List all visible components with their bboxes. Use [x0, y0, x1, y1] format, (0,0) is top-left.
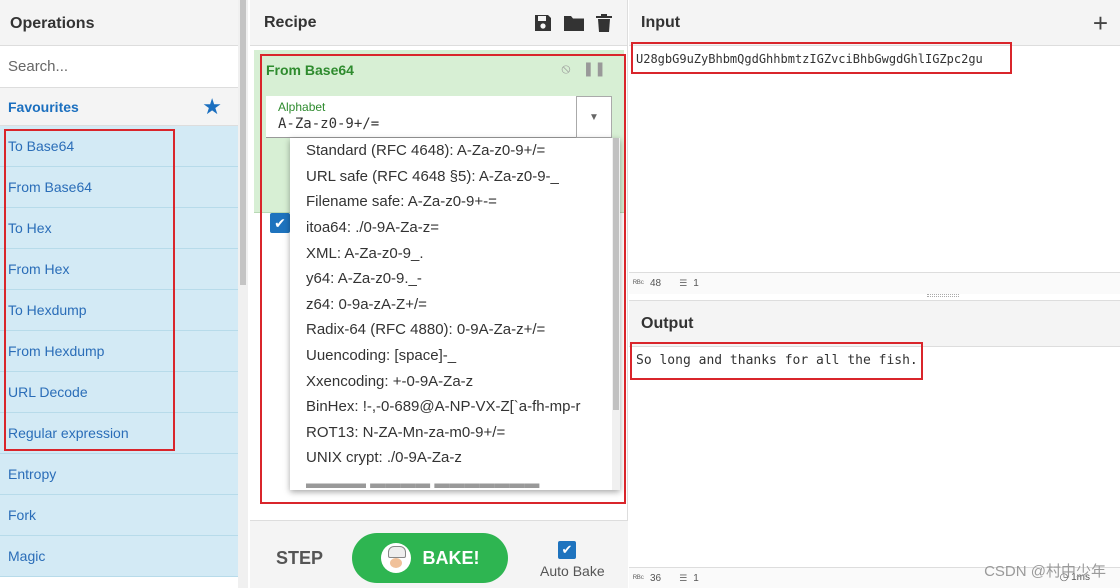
- folder-icon[interactable]: [563, 13, 585, 33]
- dropdown-option[interactable]: Radix-64 (RFC 4880): 0-9A-Za-z+/=: [290, 317, 620, 343]
- operation-item[interactable]: From Hex: [0, 249, 238, 290]
- input-title: Input: [641, 13, 681, 31]
- dropdown-toggle[interactable]: ▼: [576, 96, 612, 138]
- scrollbar-thumb[interactable]: [240, 0, 246, 285]
- length-icon: ᴿᴮᶜ: [633, 573, 644, 583]
- recipe-header: Recipe: [250, 0, 627, 46]
- disable-icon[interactable]: ⦸: [561, 60, 570, 77]
- dropdown-option[interactable]: z64: 0-9a-zA-Z+/=: [290, 292, 620, 318]
- operation-item[interactable]: From Base64: [0, 167, 238, 208]
- dropdown-option[interactable]: BinHex: !-,-0-689@A-NP-VX-Z[`a-fh-mp-r: [290, 394, 620, 420]
- operation-item[interactable]: Fork: [0, 495, 238, 536]
- remove-nonalphabet-checkbox[interactable]: ✔: [270, 213, 290, 233]
- dropdown-option[interactable]: y64: A-Za-z0-9._-: [290, 266, 620, 292]
- autobake-label: Auto Bake: [540, 563, 605, 579]
- autobake-checkbox[interactable]: ✔: [558, 541, 576, 559]
- dropdown-scrollbar[interactable]: [612, 138, 620, 490]
- operation-item[interactable]: To Base64: [0, 126, 238, 167]
- operation-item[interactable]: Magic: [0, 536, 238, 577]
- check-icon: ✔: [274, 214, 286, 231]
- output-header: Output: [629, 301, 1120, 347]
- favourites-header[interactable]: Favourites ★: [0, 88, 238, 126]
- bake-label: BAKE!: [422, 547, 480, 568]
- input-lines-value: 1: [693, 278, 699, 289]
- check-icon: ✔: [561, 542, 573, 557]
- output-length: ᴿᴮᶜ 36: [633, 573, 661, 584]
- chevron-down-icon: ▼: [589, 111, 599, 123]
- operation-item[interactable]: Regular expression: [0, 413, 238, 454]
- add-input-icon[interactable]: +: [1093, 10, 1108, 36]
- io-panel: Input + U28gbG9uZyBhbmQgdGhhbmtzIGZvciBh…: [629, 0, 1120, 588]
- operation-item[interactable]: To Hex: [0, 208, 238, 249]
- recipe-title: Recipe: [264, 13, 317, 31]
- input-length-value: 48: [649, 278, 662, 289]
- dropdown-option[interactable]: Xxencoding: +-0-9A-Za-z: [290, 368, 620, 394]
- alphabet-dropdown-menu: Standard (RFC 4648): A-Za-z0-9+/= URL sa…: [290, 138, 620, 490]
- dropdown-option[interactable]: Uuencoding: [space]-_: [290, 343, 620, 369]
- input-length: ᴿᴮᶜ 48: [633, 278, 661, 289]
- dropdown-option-partial[interactable]: ▬▬▬▬ ▬▬▬▬ ▬▬▬▬▬▬▬: [290, 471, 620, 490]
- recipe-toolbar: [533, 13, 613, 33]
- output-title: Output: [641, 314, 694, 332]
- trash-icon[interactable]: [595, 13, 613, 33]
- alphabet-value[interactable]: A-Za-z0-9+/=: [278, 116, 379, 132]
- operation-list: To Base64 From Base64 To Hex From Hex To…: [0, 126, 238, 577]
- dropdown-option[interactable]: ROT13: N-ZA-Mn-za-m0-9+/=: [290, 420, 620, 446]
- pause-icon[interactable]: ❚❚: [583, 60, 606, 77]
- dropdown-option[interactable]: Standard (RFC 4648): A-Za-z0-9+/=: [290, 138, 620, 164]
- watermark: CSDN @村中少年: [984, 563, 1106, 580]
- operation-name: From Base64: [266, 62, 354, 78]
- operation-item[interactable]: Entropy: [0, 454, 238, 495]
- operation-item[interactable]: URL Decode: [0, 372, 238, 413]
- input-lines: ☰ 1: [679, 278, 699, 289]
- search-input[interactable]: [8, 58, 230, 75]
- dropdown-option[interactable]: UNIX crypt: ./0-9A-Za-z: [290, 445, 620, 471]
- operations-title: Operations: [0, 0, 238, 46]
- output-textarea[interactable]: So long and thanks for all the fish.: [636, 353, 918, 368]
- input-status-bar: ᴿᴮᶜ 48 ☰ 1: [629, 272, 1120, 294]
- recipe-panel: Recipe From Base64 ⦸ ❚❚ Alphabet A-Za-z0…: [250, 0, 628, 588]
- output-lines: ☰ 1: [679, 573, 699, 584]
- output-lines-value: 1: [693, 573, 699, 584]
- star-icon[interactable]: ★: [202, 95, 222, 118]
- lines-icon: ☰: [679, 278, 688, 288]
- operation-item[interactable]: From Hexdump: [0, 331, 238, 372]
- input-textarea[interactable]: U28gbG9uZyBhbmQgdGhhbmtzIGZvciBhbGwgdGhl…: [636, 52, 983, 66]
- operations-scrollbar[interactable]: [238, 0, 248, 588]
- output-section: Output So long and thanks for all the fi…: [629, 300, 1120, 588]
- output-length-value: 36: [649, 573, 662, 584]
- bake-controls: STEP BAKE! ✔ Auto Bake: [250, 520, 628, 588]
- operations-search[interactable]: [0, 46, 238, 88]
- step-button[interactable]: STEP: [276, 548, 323, 569]
- operation-controls: ⦸ ❚❚: [561, 60, 606, 77]
- favourites-label: Favourites: [8, 98, 79, 115]
- input-header: Input +: [629, 0, 1120, 46]
- chef-icon: [380, 543, 411, 573]
- bake-button[interactable]: BAKE!: [352, 533, 508, 583]
- operations-panel: Operations Favourites ★ To Base64 From B…: [0, 0, 238, 588]
- lines-icon: ☰: [679, 573, 688, 583]
- operation-item[interactable]: To Hexdump: [0, 290, 238, 331]
- length-icon: ᴿᴮᶜ: [633, 278, 644, 288]
- dropdown-option[interactable]: Filename safe: A-Za-z0-9+-=: [290, 189, 620, 215]
- dropdown-option[interactable]: URL safe (RFC 4648 §5): A-Za-z0-9-_: [290, 164, 620, 190]
- resize-handle[interactable]: [927, 294, 959, 297]
- dropdown-option[interactable]: XML: A-Za-z0-9_.: [290, 240, 620, 266]
- alphabet-label: Alphabet: [278, 100, 326, 114]
- save-icon[interactable]: [533, 13, 553, 33]
- scrollbar-thumb[interactable]: [613, 138, 619, 410]
- alphabet-field[interactable]: Alphabet A-Za-z0-9+/= ▼: [266, 96, 612, 138]
- dropdown-option[interactable]: itoa64: ./0-9A-Za-z=: [290, 215, 620, 241]
